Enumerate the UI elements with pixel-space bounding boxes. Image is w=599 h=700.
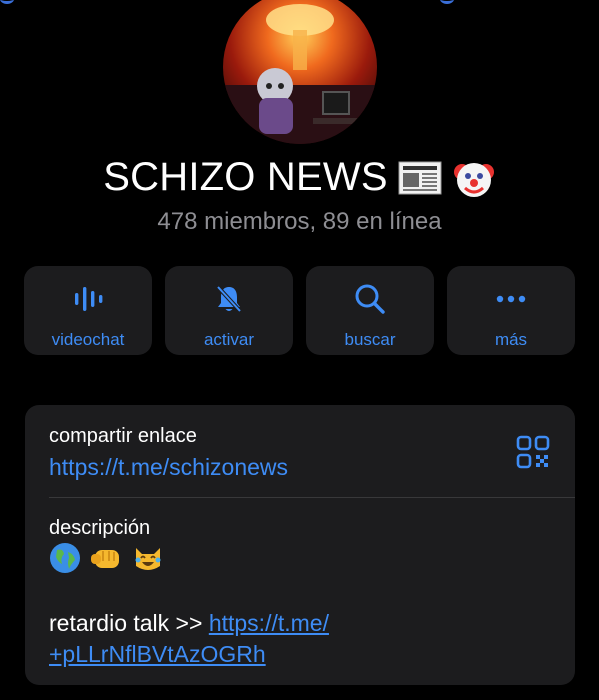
unmute-button[interactable]: activar xyxy=(165,266,293,355)
more-dots-icon xyxy=(494,282,528,316)
bell-slash-icon xyxy=(213,282,245,316)
more-label: más xyxy=(494,330,528,349)
back-chevron-icon[interactable] xyxy=(0,0,14,4)
edit-icon[interactable] xyxy=(440,0,454,4)
channel-profile-screen: SCHIZO NEWS 478 miembros, 89 en línea vi… xyxy=(0,0,599,700)
description-text-line: retardio talk >> https://t.me/ xyxy=(49,610,329,637)
search-button[interactable]: buscar xyxy=(306,266,434,355)
fist-emoji xyxy=(89,542,123,579)
videochat-button[interactable]: videochat xyxy=(24,266,152,355)
search-label: buscar xyxy=(344,330,396,349)
invite-link-continued[interactable]: +pLLrNflBVtAzOGRh xyxy=(49,641,266,667)
action-bar: videochat activar buscar más xyxy=(24,266,575,355)
description-emojis xyxy=(49,542,165,579)
voice-waveform-icon xyxy=(72,282,104,316)
channel-avatar[interactable] xyxy=(223,0,377,144)
unmute-label: activar xyxy=(203,330,255,349)
share-link[interactable]: https://t.me/schizonews xyxy=(49,454,288,481)
info-card: compartir enlace https://t.me/schizonews… xyxy=(25,405,575,685)
share-link-label: compartir enlace xyxy=(49,425,197,447)
laughing-cat-emoji xyxy=(131,542,165,579)
more-button[interactable]: más xyxy=(447,266,575,355)
globe-emoji xyxy=(49,542,81,579)
description-link-line: +pLLrNflBVtAzOGRh xyxy=(49,641,266,668)
clown-face-emoji xyxy=(452,156,496,200)
channel-title-row: SCHIZO NEWS xyxy=(0,155,599,200)
search-icon xyxy=(353,282,387,316)
description-text: retardio talk >> xyxy=(49,610,209,636)
channel-title: SCHIZO NEWS xyxy=(103,155,388,199)
divider xyxy=(49,497,575,498)
qr-code-icon[interactable] xyxy=(516,435,550,469)
invite-link[interactable]: https://t.me/ xyxy=(209,610,329,636)
description-label: descripción xyxy=(49,517,151,539)
member-count: 478 miembros, 89 en línea xyxy=(157,208,442,235)
videochat-label: videochat xyxy=(51,330,125,349)
newspaper-emoji xyxy=(398,161,442,195)
